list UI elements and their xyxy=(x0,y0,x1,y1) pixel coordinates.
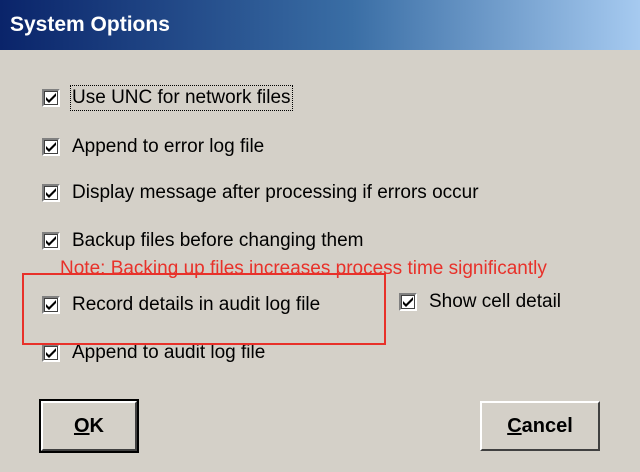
cancel-button[interactable]: Cancel xyxy=(480,401,600,451)
use-unc-checkbox[interactable]: Use UNC for network files xyxy=(42,85,293,111)
checkmark-icon xyxy=(399,293,417,311)
checkmark-icon xyxy=(42,232,60,250)
checkmark-icon xyxy=(42,184,60,202)
use-unc-label: Use UNC for network files xyxy=(70,85,293,111)
system-options-dialog: System Options Use UNC for network files… xyxy=(0,0,640,472)
dialog-title: System Options xyxy=(10,13,170,36)
checkmark-icon xyxy=(42,138,60,156)
ok-mnemonic: O xyxy=(73,414,90,437)
display-message-checkbox[interactable]: Display message after processing if erro… xyxy=(42,180,479,206)
ok-label-rest: K xyxy=(89,414,104,437)
append-error-log-checkbox[interactable]: Append to error log file xyxy=(42,134,264,160)
backup-files-checkbox[interactable]: Backup files before changing them xyxy=(42,228,364,254)
annotation-highlight-box xyxy=(22,273,386,345)
show-cell-detail-label: Show cell detail xyxy=(429,291,562,312)
backup-files-label: Backup files before changing them xyxy=(72,230,364,251)
show-cell-detail-checkbox[interactable]: Show cell detail xyxy=(399,289,561,315)
display-message-label: Display message after processing if erro… xyxy=(72,182,479,203)
append-error-log-label: Append to error log file xyxy=(72,136,265,157)
cancel-mnemonic: C xyxy=(507,414,522,437)
append-audit-log-label: Append to audit log file xyxy=(72,342,266,363)
cancel-label-rest: ancel xyxy=(521,414,573,437)
title-bar[interactable]: System Options xyxy=(0,0,640,50)
checkmark-icon xyxy=(42,344,60,362)
checkmark-icon xyxy=(42,89,60,107)
ok-button[interactable]: OK xyxy=(39,399,139,453)
